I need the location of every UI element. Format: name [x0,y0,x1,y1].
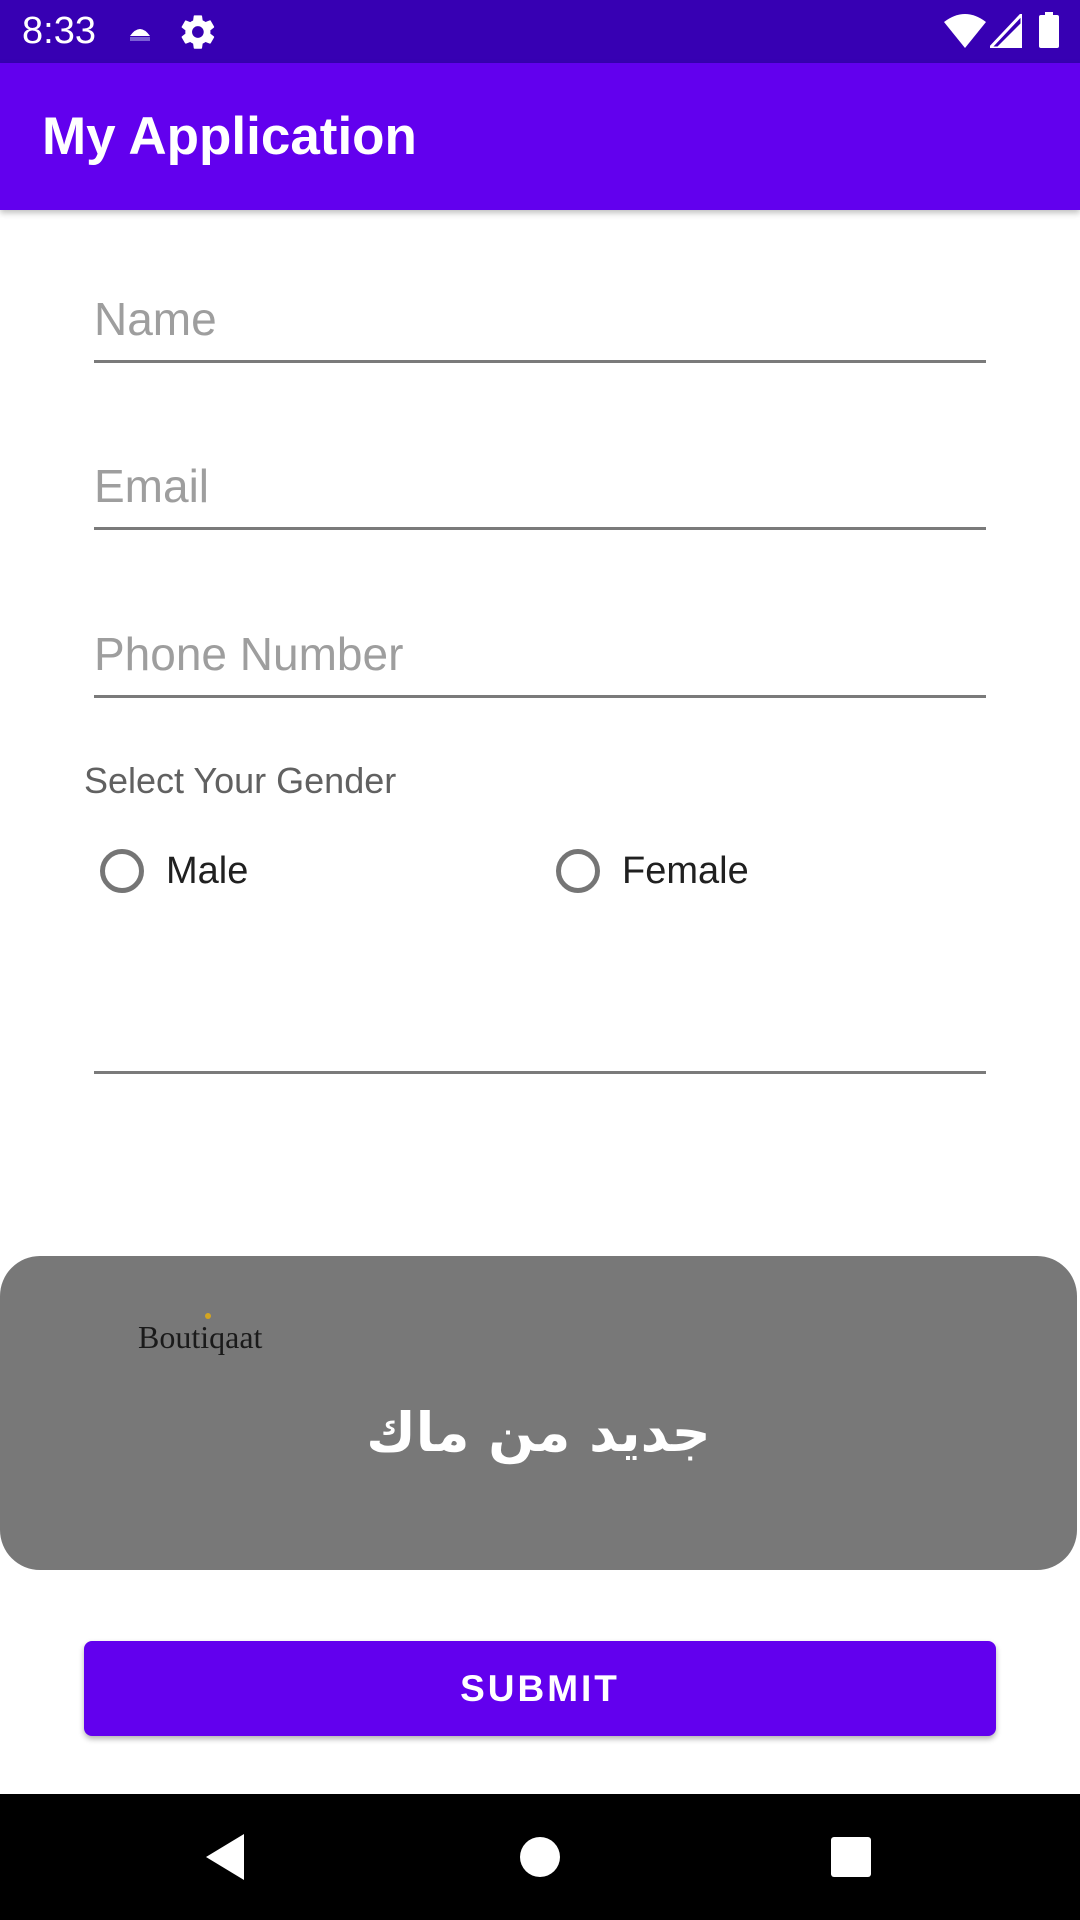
wifi-icon [944,14,986,48]
submit-button[interactable]: SUBMIT [84,1641,996,1736]
toast-text: جديد من ماك [366,1401,711,1464]
settings-gear-icon [181,15,215,49]
battery-icon [1039,12,1059,48]
back-icon[interactable] [190,1822,260,1892]
status-time: 8:33 [22,10,96,52]
home-icon[interactable] [505,1822,575,1892]
radio-female-label[interactable]: Female [622,850,749,893]
radio-male[interactable]: Male [100,842,248,900]
name-field[interactable] [94,270,986,363]
logo-text: Boutiqaat [138,1319,263,1355]
radio-female-circle[interactable] [556,849,600,893]
status-bar: 8:33 [0,0,1080,63]
toast-message: Boutiqaat جديد من ماك [0,1256,1077,1570]
name-input[interactable] [94,292,986,346]
phone-input[interactable] [94,627,986,681]
email-field[interactable] [94,437,986,530]
cell-signal-icon [990,14,1022,48]
radio-female[interactable]: Female [556,842,749,900]
notification-icon [130,29,150,41]
radio-male-label[interactable]: Male [166,850,248,893]
phone-field[interactable] [94,605,986,698]
navigation-bar [0,1794,1080,1920]
gender-label: Select Your Gender [84,760,397,801]
email-input[interactable] [94,459,986,513]
boutiqaat-logo: Boutiqaat [138,1313,263,1355]
radio-male-circle[interactable] [100,849,144,893]
recents-icon[interactable] [816,1822,886,1892]
extra-input[interactable] [94,1003,986,1057]
app-bar: My Application [0,63,1080,210]
extra-field[interactable] [94,981,986,1074]
app-title: My Application [42,107,417,166]
